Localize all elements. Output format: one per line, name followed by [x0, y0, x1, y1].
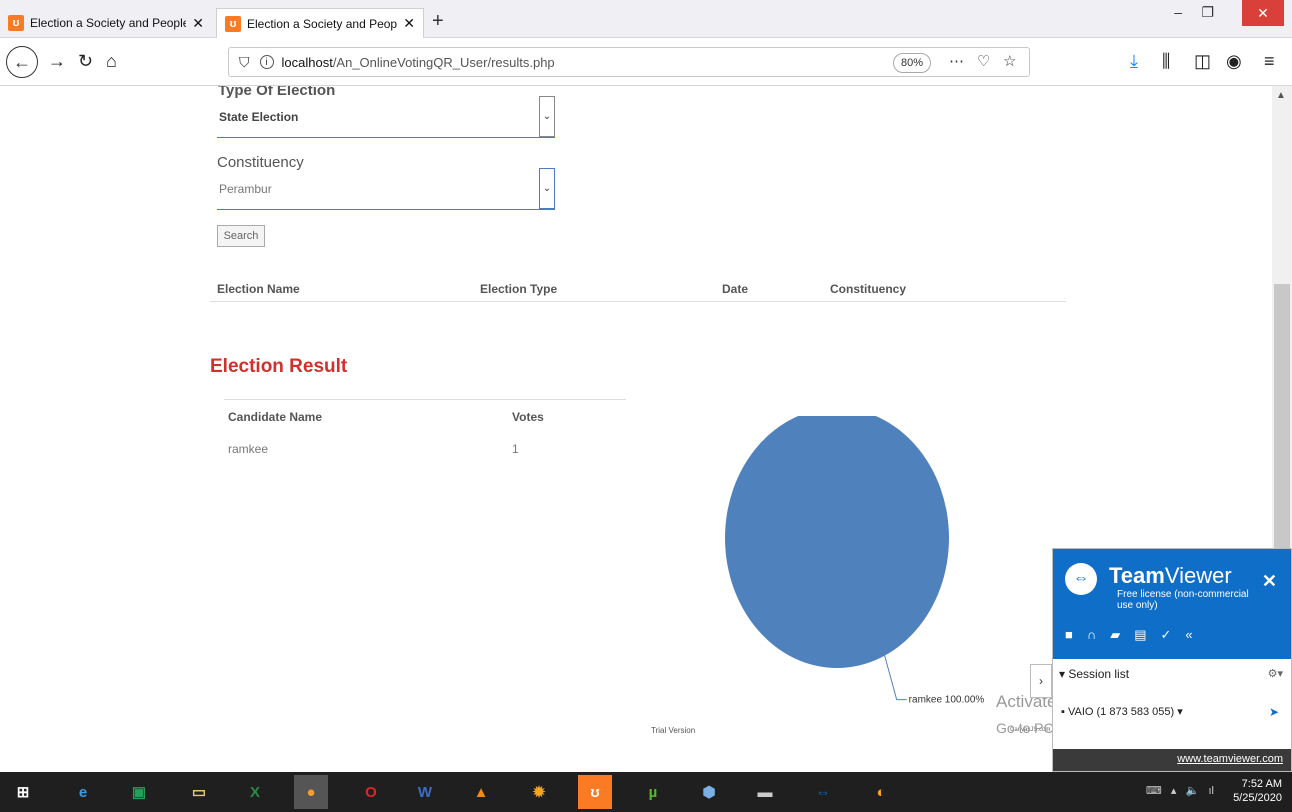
- windows-start-icon[interactable]: ⊞: [6, 775, 40, 809]
- virtualbox-icon[interactable]: ⬢: [692, 775, 726, 809]
- constituency-select[interactable]: Perambur ⌄: [217, 168, 555, 210]
- video-icon[interactable]: ■: [1065, 627, 1073, 643]
- scroll-up-icon[interactable]: ▲: [1276, 90, 1286, 101]
- elections-table-header: Election Name Election Type Date Constit…: [210, 276, 1066, 302]
- close-tab-icon[interactable]: ✕: [192, 15, 204, 32]
- close-tab-icon[interactable]: ✕: [403, 15, 415, 32]
- column-header: Date: [722, 282, 749, 296]
- teamviewer-logo-icon: ⇔: [1065, 563, 1097, 595]
- teamviewer-panel: ⇔ TeamViewer Free license (non-commercia…: [1052, 548, 1292, 772]
- bookmark-star-icon[interactable]: ☆: [1003, 52, 1016, 70]
- utorrent-icon[interactable]: µ: [636, 775, 670, 809]
- select-value: Perambur: [219, 182, 272, 196]
- info-icon[interactable]: i: [259, 55, 274, 69]
- chevron-down-icon[interactable]: ⌄: [539, 96, 555, 137]
- chrome-style-icon[interactable]: ✹: [522, 775, 556, 809]
- type-of-election-select[interactable]: State Election ⌄: [217, 96, 555, 138]
- chevron-down-icon[interactable]: ⌄: [539, 168, 555, 209]
- firefox-icon[interactable]: ●: [294, 775, 328, 809]
- session-device[interactable]: ▪ VAIO (1 873 583 055) ▾: [1061, 705, 1183, 718]
- election-result-title: Election Result: [210, 356, 348, 377]
- browser-tab-1[interactable]: ʊ Election a Society and People C ✕: [0, 8, 212, 38]
- headset-icon[interactable]: ∩: [1087, 627, 1096, 643]
- teamviewer-header: ⇔ TeamViewer Free license (non-commercia…: [1053, 549, 1291, 659]
- menu-icon[interactable]: ≡: [1264, 51, 1275, 72]
- excel-icon[interactable]: X: [238, 775, 272, 809]
- tab-bar: ʊ Election a Society and People C ✕ ʊ El…: [0, 0, 1292, 38]
- candidate-votes: 1: [512, 442, 519, 456]
- command-prompt-icon[interactable]: ▬: [748, 775, 782, 809]
- collapse-icon[interactable]: «: [1185, 627, 1192, 643]
- slice-leader-line: [884, 655, 907, 701]
- url-text[interactable]: localhost/An_OnlineVotingQR_User/results…: [282, 55, 555, 70]
- download-icon[interactable]: ⤓: [1130, 51, 1138, 72]
- page-actions-icon[interactable]: ⋯: [949, 52, 964, 70]
- pocket-icon[interactable]: ♡: [977, 52, 990, 70]
- browser-tab-2[interactable]: ʊ Election a Society and People C ✕: [216, 8, 424, 38]
- xampp-favicon-icon: ʊ: [225, 15, 241, 32]
- teamviewer-toolbar: ■ ∩ ▰ ▤ ✓ «: [1065, 627, 1193, 643]
- system-tray[interactable]: ⌨ ▴ 🔈 ıl: [1146, 784, 1214, 797]
- restore-icon[interactable]: ❐: [1201, 4, 1214, 21]
- library-icon[interactable]: ⫼: [1162, 51, 1170, 72]
- shield-icon[interactable]: ⛉: [239, 54, 250, 71]
- tab-title: Election a Society and People C: [30, 16, 187, 30]
- slice-label: ramkee 100.00%: [909, 695, 985, 706]
- teamviewer-task-icon[interactable]: ⇔: [806, 775, 840, 809]
- search-button[interactable]: Search: [217, 225, 265, 247]
- internet-explorer-icon[interactable]: e: [66, 775, 100, 809]
- word-icon[interactable]: W: [408, 775, 442, 809]
- minimize-icon[interactable]: –: [1174, 4, 1182, 20]
- forward-icon[interactable]: →: [48, 51, 66, 72]
- teamviewer-expand-button[interactable]: ›: [1030, 664, 1052, 698]
- candidate-name: ramkee: [228, 442, 269, 456]
- session-list[interactable]: ▾ Session list: [1059, 667, 1129, 681]
- column-header: Candidate Name: [228, 410, 323, 424]
- sidebar-icon[interactable]: ◫: [1194, 51, 1211, 72]
- new-tab-button[interactable]: +: [432, 10, 444, 33]
- gear-icon[interactable]: ⚙▾: [1268, 667, 1283, 680]
- clock[interactable]: 7:52 AM 5/25/2020: [1233, 777, 1282, 805]
- reload-icon[interactable]: ↻: [78, 51, 93, 72]
- teamviewer-brand: TeamViewer: [1109, 563, 1232, 588]
- home-icon[interactable]: ⌂: [106, 51, 117, 72]
- cursor-icon: ➤: [1268, 705, 1279, 719]
- files-icon[interactable]: ▤: [1134, 627, 1146, 643]
- column-header: Votes: [512, 410, 544, 424]
- xampp-icon[interactable]: ʊ: [578, 775, 612, 809]
- back-button[interactable]: ←: [6, 46, 38, 78]
- chat-icon[interactable]: ▰: [1110, 627, 1120, 643]
- tab-title: Election a Society and People C: [247, 16, 398, 31]
- vlc-icon[interactable]: ▲: [464, 775, 498, 809]
- column-header: Constituency: [830, 282, 907, 296]
- teamviewer-website-link[interactable]: www.teamviewer.com: [1053, 749, 1291, 771]
- opera-icon[interactable]: O: [354, 775, 388, 809]
- xampp-favicon-icon: ʊ: [8, 15, 24, 31]
- teamviewer-close-icon[interactable]: ✕: [1262, 571, 1277, 592]
- uc-browser-icon[interactable]: ◐: [864, 775, 898, 809]
- column-header: Election Type: [480, 282, 558, 296]
- zoom-level[interactable]: 80%: [893, 53, 931, 73]
- url-bar[interactable]: ⛉ i localhost/An_OnlineVotingQR_User/res…: [228, 47, 1030, 77]
- store-icon[interactable]: ▣: [122, 775, 156, 809]
- whiteboard-icon[interactable]: ✓: [1161, 627, 1172, 643]
- select-value: State Election: [219, 110, 299, 124]
- teamviewer-license: Free license (non-commercial use only): [1117, 589, 1249, 611]
- file-explorer-icon[interactable]: ▭: [182, 775, 216, 809]
- results-table: Candidate Name Votes ramkee 1: [224, 399, 626, 456]
- navigation-bar: ← → ↻ ⌂ ⛉ i localhost/An_OnlineVotingQR_…: [0, 38, 1292, 86]
- chart-watermark: Trial Version: [651, 726, 696, 735]
- pie-slice-ramkee[interactable]: [725, 416, 949, 668]
- window-close-button[interactable]: ✕: [1242, 0, 1284, 26]
- column-header: Election Name: [217, 282, 300, 296]
- windows-taskbar: ⊞ e ▣ ▭ X ● O W ▲ ✹ ʊ µ ⬢ ▬ ⇔ ◐ ⌨ ▴ 🔈 ıl…: [0, 772, 1292, 812]
- account-icon[interactable]: ◉: [1226, 51, 1242, 72]
